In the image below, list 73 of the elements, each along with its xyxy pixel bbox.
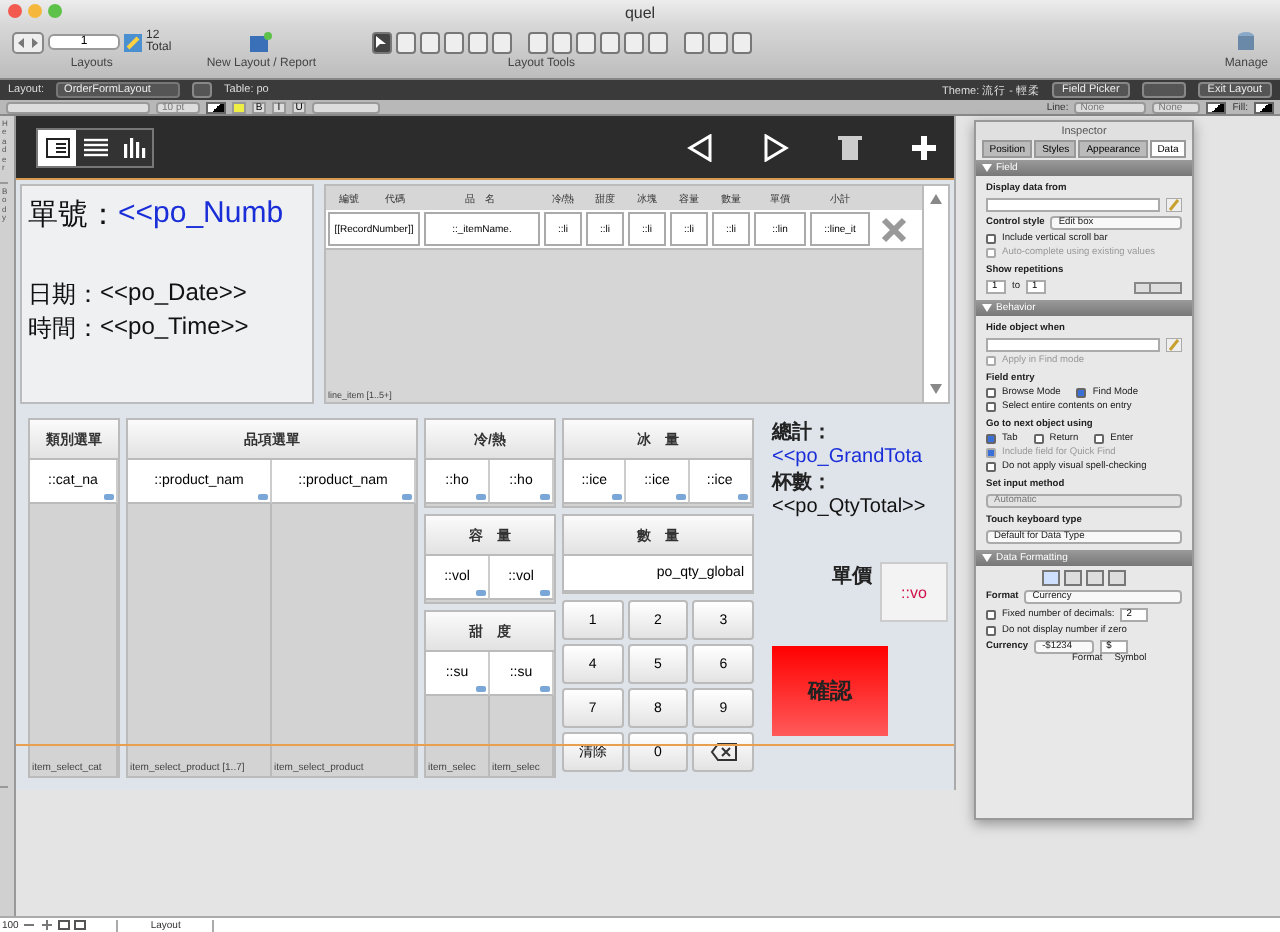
next-icon[interactable] <box>762 133 790 161</box>
fill-color-swatch[interactable] <box>1254 101 1274 113</box>
calculation-field[interactable] <box>986 338 1160 352</box>
checkbox[interactable] <box>1094 434 1105 444</box>
number-format-icon[interactable] <box>1042 570 1060 586</box>
total-label: 總計： <box>772 419 834 446</box>
view-button[interactable] <box>76 129 114 165</box>
text-color-swatch[interactable] <box>206 101 226 113</box>
time-label: 時間： <box>28 312 100 346</box>
backspace-icon <box>709 742 738 762</box>
font-select[interactable] <box>6 101 150 113</box>
grand-total-field: <<po_GrandTota <box>772 446 948 468</box>
orientation-toggle-icon[interactable] <box>1134 281 1182 293</box>
field-badge-icon <box>104 494 114 500</box>
window-title: quel <box>624 3 656 21</box>
field-badge-icon <box>675 494 686 500</box>
plus-icon[interactable] <box>910 133 938 161</box>
field-badge-icon <box>737 494 748 500</box>
list-view-icon <box>83 137 107 157</box>
highlight-icon[interactable] <box>232 101 246 113</box>
scroll-bar[interactable] <box>922 186 948 402</box>
checkbox[interactable] <box>1033 434 1044 444</box>
disclosure-triangle-icon[interactable] <box>982 304 992 312</box>
close-icon[interactable] <box>8 4 22 18</box>
view-switcher[interactable] <box>36 127 154 167</box>
field-badge-icon <box>540 494 550 500</box>
line-color-swatch[interactable] <box>1206 101 1227 113</box>
field-badge-icon <box>476 686 486 692</box>
checkbox[interactable] <box>986 462 996 472</box>
new-layout-icon[interactable] <box>250 32 273 52</box>
pencil-icon[interactable] <box>1166 338 1182 352</box>
delete-icon[interactable] <box>880 216 908 244</box>
view-button[interactable] <box>114 129 152 165</box>
checkbox[interactable] <box>986 626 996 636</box>
field-badge-icon <box>612 494 623 500</box>
disclosure-triangle-icon[interactable] <box>982 554 992 562</box>
pencil-icon[interactable] <box>1166 198 1182 212</box>
field-badge-icon <box>476 494 486 500</box>
price-label: 單價 <box>832 563 872 590</box>
checkbox[interactable] <box>986 388 996 398</box>
checkbox[interactable] <box>986 610 996 620</box>
database-icon[interactable] <box>1235 30 1258 54</box>
bar-chart-icon <box>121 137 145 157</box>
field-badge-icon <box>476 590 486 596</box>
date-label: 日期： <box>28 278 100 312</box>
cups-label: 杯數： <box>772 469 834 496</box>
trash-icon[interactable] <box>838 133 862 161</box>
previous-icon[interactable] <box>686 133 714 161</box>
quantity-total-field: <<po_QtyTotal>> <box>772 496 932 518</box>
field-badge-icon <box>540 590 550 596</box>
price-field: ::vo <box>880 562 948 622</box>
field-badge-icon <box>258 494 268 500</box>
confirm-button[interactable]: 確認 <box>772 646 888 736</box>
time-field: <<po_Time>> <box>100 312 256 340</box>
checkbox[interactable] <box>986 434 996 444</box>
checkbox[interactable] <box>986 234 996 244</box>
record-navigation-icon[interactable] <box>12 31 44 53</box>
view-button[interactable] <box>38 129 76 165</box>
form-view-icon <box>45 137 69 157</box>
checkbox[interactable] <box>986 402 996 412</box>
backspace-key[interactable] <box>692 732 754 772</box>
disclosure-triangle-icon[interactable] <box>982 164 992 172</box>
order-number-label: 單號： <box>28 196 118 234</box>
checkbox[interactable] <box>1076 388 1087 398</box>
pointer-tool-icon[interactable] <box>371 31 392 53</box>
field-badge-icon <box>402 494 412 500</box>
field-badge-icon <box>540 686 550 692</box>
order-number-field: <<po_Numb <box>118 196 284 230</box>
zoom-controls-icon[interactable] <box>24 920 53 930</box>
calculation-field[interactable] <box>986 198 1160 212</box>
date-field: <<po_Date>> <box>100 278 247 306</box>
view-toggle-icon[interactable] <box>58 920 87 930</box>
alignment-select[interactable] <box>312 101 380 113</box>
